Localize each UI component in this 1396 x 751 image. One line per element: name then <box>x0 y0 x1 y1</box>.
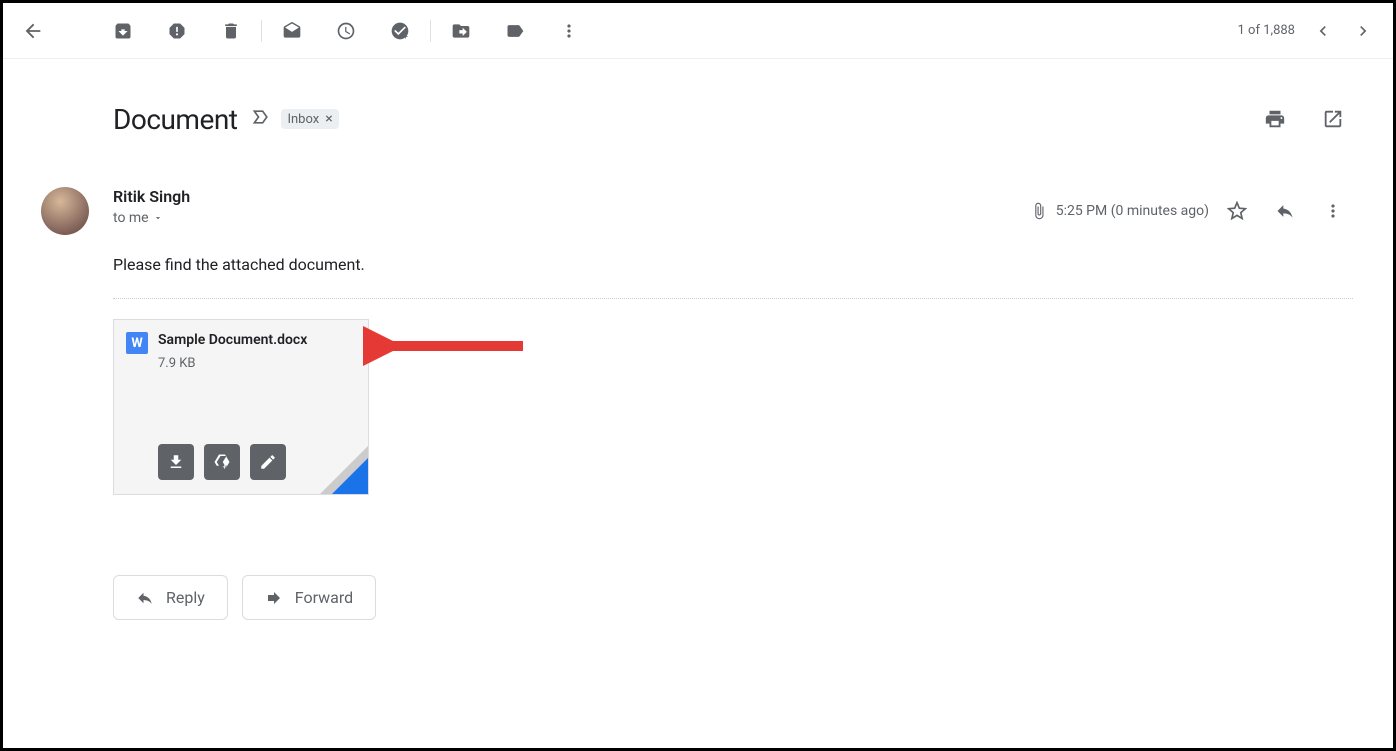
pagination-label: 1 of 1,888 <box>1238 23 1295 38</box>
back-button[interactable] <box>13 11 53 51</box>
subject-row: Document Inbox × <box>113 99 1353 139</box>
print-button[interactable] <box>1255 99 1295 139</box>
toolbar-separator <box>261 20 262 42</box>
star-button[interactable] <box>1217 191 1257 231</box>
sender-name: Ritik Singh <box>113 187 190 206</box>
subject: Document <box>113 103 237 136</box>
newer-button[interactable] <box>1343 11 1383 51</box>
word-file-icon: W <box>126 332 148 354</box>
older-button[interactable] <box>1303 11 1343 51</box>
annotation-arrow-icon <box>363 321 533 371</box>
toolbar-separator <box>430 20 431 42</box>
toolbar: 1 of 1,888 <box>3 3 1393 59</box>
chevron-down-icon <box>153 213 163 223</box>
reply-label: Reply <box>166 588 205 607</box>
forward-button[interactable]: Forward <box>242 575 376 620</box>
add-task-button[interactable] <box>380 11 420 51</box>
labels-button[interactable] <box>495 11 535 51</box>
attachment-card[interactable]: W Sample Document.docx 7.9 KB <box>113 319 369 495</box>
archive-button[interactable] <box>103 11 143 51</box>
attachment-icon <box>1030 202 1048 220</box>
attachment-corner-accent <box>332 458 368 494</box>
download-attachment-button[interactable] <box>158 444 194 480</box>
mark-unread-button[interactable] <box>272 11 312 51</box>
edit-attachment-button[interactable] <box>250 444 286 480</box>
recipients-text: to me <box>113 210 149 226</box>
open-new-window-button[interactable] <box>1313 99 1353 139</box>
save-to-drive-button[interactable] <box>204 444 240 480</box>
attachment-size: 7.9 KB <box>158 356 368 371</box>
important-icon[interactable] <box>251 107 271 131</box>
move-to-button[interactable] <box>441 11 481 51</box>
message-more-button[interactable] <box>1313 191 1353 231</box>
avatar[interactable] <box>41 187 89 235</box>
divider <box>113 298 1353 299</box>
recipients-dropdown[interactable]: to me <box>113 210 190 226</box>
reply-button[interactable]: Reply <box>113 575 228 620</box>
timestamp: 5:25 PM (0 minutes ago) <box>1056 203 1209 219</box>
reply-icon-button[interactable] <box>1265 191 1305 231</box>
message-header: Ritik Singh to me 5:25 PM (0 minutes ago… <box>27 187 1353 235</box>
more-button[interactable] <box>549 11 589 51</box>
label-remove-icon[interactable]: × <box>325 111 332 127</box>
forward-label: Forward <box>295 588 353 607</box>
snooze-button[interactable] <box>326 11 366 51</box>
spam-button[interactable] <box>157 11 197 51</box>
delete-button[interactable] <box>211 11 251 51</box>
label-chip[interactable]: Inbox × <box>281 109 338 129</box>
message-body: Please find the attached document. <box>113 255 1353 274</box>
label-text: Inbox <box>287 112 319 127</box>
attachment-name: Sample Document.docx <box>158 332 307 348</box>
